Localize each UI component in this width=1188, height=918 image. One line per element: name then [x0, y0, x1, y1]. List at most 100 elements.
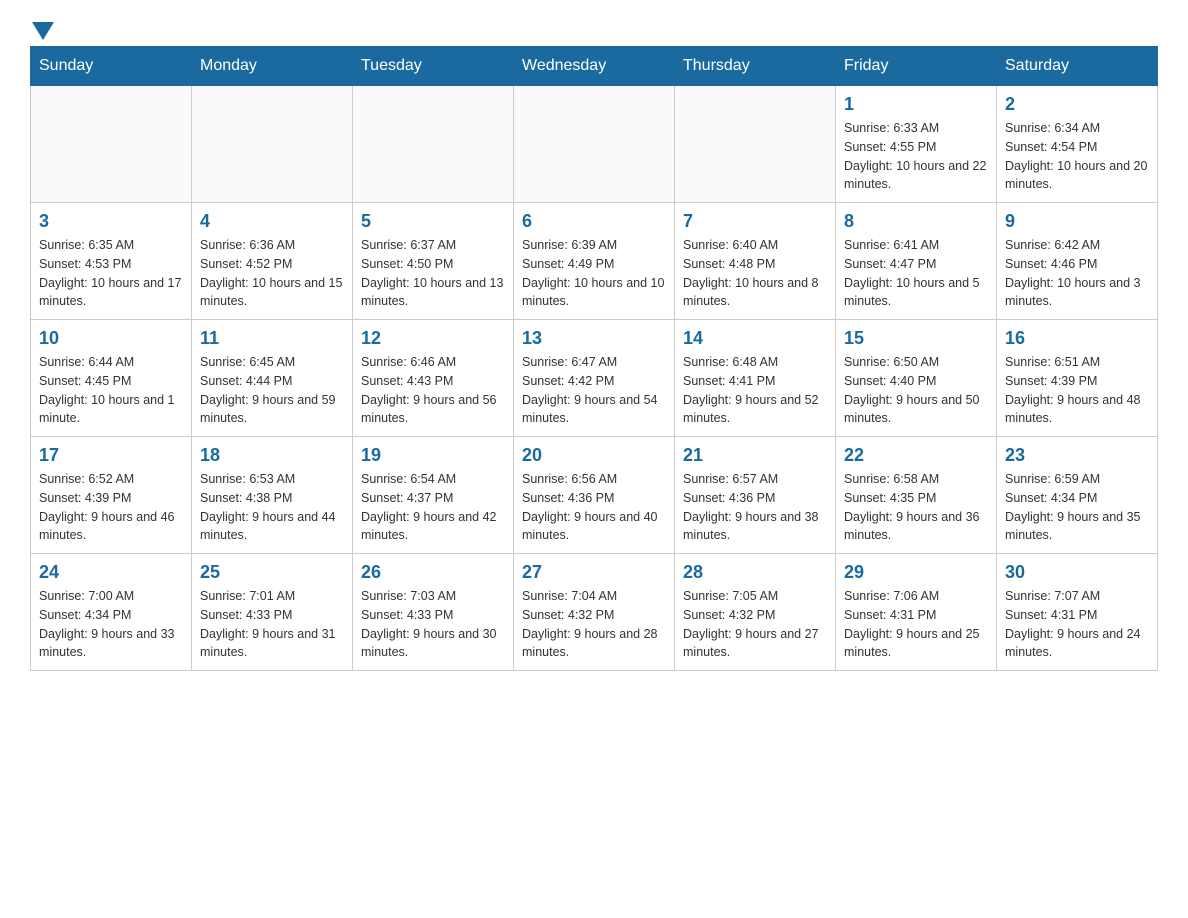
day-number: 25 — [200, 562, 344, 583]
day-of-week-header: Wednesday — [514, 47, 675, 86]
calendar-cell: 10 Sunrise: 6:44 AM Sunset: 4:45 PM Dayli… — [31, 320, 192, 437]
calendar-cell: 5 Sunrise: 6:37 AM Sunset: 4:50 PM Daylig… — [353, 203, 514, 320]
calendar-week-row: 3 Sunrise: 6:35 AM Sunset: 4:53 PM Daylig… — [31, 203, 1158, 320]
day-number: 12 — [361, 328, 505, 349]
day-sun-info: Sunrise: 7:03 AM Sunset: 4:33 PM Dayligh… — [361, 587, 505, 662]
calendar-cell: 13 Sunrise: 6:47 AM Sunset: 4:42 PM Dayli… — [514, 320, 675, 437]
day-number: 1 — [844, 94, 988, 115]
day-number: 30 — [1005, 562, 1149, 583]
day-number: 5 — [361, 211, 505, 232]
day-number: 17 — [39, 445, 183, 466]
calendar-cell: 27 Sunrise: 7:04 AM Sunset: 4:32 PM Dayli… — [514, 554, 675, 671]
calendar-cell: 8Sunrise: 6:41 AM Sunset: 4:47 PM Daylig… — [836, 203, 997, 320]
day-number: 8 — [844, 211, 988, 232]
day-number: 21 — [683, 445, 827, 466]
calendar-cell: 2Sunrise: 6:34 AM Sunset: 4:54 PM Daylig… — [997, 86, 1158, 203]
calendar-week-row: 10 Sunrise: 6:44 AM Sunset: 4:45 PM Dayli… — [31, 320, 1158, 437]
calendar-cell: 25 Sunrise: 7:01 AM Sunset: 4:33 PM Dayli… — [192, 554, 353, 671]
logo — [30, 20, 54, 36]
day-number: 16 — [1005, 328, 1149, 349]
day-sun-info: Sunrise: 7:05 AM Sunset: 4:32 PM Dayligh… — [683, 587, 827, 662]
day-sun-info: Sunrise: 6:46 AM Sunset: 4:43 PM Dayligh… — [361, 353, 505, 428]
calendar-cell: 26 Sunrise: 7:03 AM Sunset: 4:33 PM Dayli… — [353, 554, 514, 671]
day-sun-info: Sunrise: 6:35 AM Sunset: 4:53 PM Dayligh… — [39, 236, 183, 311]
calendar-cell: 6 Sunrise: 6:39 AM Sunset: 4:49 PM Daylig… — [514, 203, 675, 320]
calendar-cell: 24Sunrise: 7:00 AM Sunset: 4:34 PM Dayli… — [31, 554, 192, 671]
calendar-cell — [675, 86, 836, 203]
day-sun-info: Sunrise: 7:07 AM Sunset: 4:31 PM Dayligh… — [1005, 587, 1149, 662]
day-number: 26 — [361, 562, 505, 583]
calendar-cell: 1 Sunrise: 6:33 AM Sunset: 4:55 PM Daylig… — [836, 86, 997, 203]
day-number: 19 — [361, 445, 505, 466]
day-number: 3 — [39, 211, 183, 232]
calendar-cell — [31, 86, 192, 203]
day-sun-info: Sunrise: 6:47 AM Sunset: 4:42 PM Dayligh… — [522, 353, 666, 428]
day-number: 2 — [1005, 94, 1149, 115]
day-sun-info: Sunrise: 6:50 AM Sunset: 4:40 PM Dayligh… — [844, 353, 988, 428]
day-sun-info: Sunrise: 6:39 AM Sunset: 4:49 PM Dayligh… — [522, 236, 666, 311]
day-number: 10 — [39, 328, 183, 349]
calendar-header: SundayMondayTuesdayWednesdayThursdayFrid… — [31, 47, 1158, 86]
logo-arrow-icon — [32, 22, 54, 40]
day-of-week-header: Friday — [836, 47, 997, 86]
day-sun-info: Sunrise: 6:53 AM Sunset: 4:38 PM Dayligh… — [200, 470, 344, 545]
calendar-week-row: 17Sunrise: 6:52 AM Sunset: 4:39 PM Dayli… — [31, 437, 1158, 554]
day-sun-info: Sunrise: 6:48 AM Sunset: 4:41 PM Dayligh… — [683, 353, 827, 428]
calendar-cell: 15 Sunrise: 6:50 AM Sunset: 4:40 PM Dayli… — [836, 320, 997, 437]
day-sun-info: Sunrise: 6:54 AM Sunset: 4:37 PM Dayligh… — [361, 470, 505, 545]
day-number: 11 — [200, 328, 344, 349]
day-number: 27 — [522, 562, 666, 583]
calendar-cell: 9 Sunrise: 6:42 AM Sunset: 4:46 PM Daylig… — [997, 203, 1158, 320]
day-of-week-header: Monday — [192, 47, 353, 86]
calendar-cell: 20 Sunrise: 6:56 AM Sunset: 4:36 PM Dayli… — [514, 437, 675, 554]
calendar-cell: 28 Sunrise: 7:05 AM Sunset: 4:32 PM Dayli… — [675, 554, 836, 671]
calendar-cell: 4 Sunrise: 6:36 AM Sunset: 4:52 PM Daylig… — [192, 203, 353, 320]
day-number: 13 — [522, 328, 666, 349]
day-number: 28 — [683, 562, 827, 583]
day-sun-info: Sunrise: 6:42 AM Sunset: 4:46 PM Dayligh… — [1005, 236, 1149, 311]
day-number: 20 — [522, 445, 666, 466]
day-number: 14 — [683, 328, 827, 349]
calendar-cell — [353, 86, 514, 203]
calendar-table: SundayMondayTuesdayWednesdayThursdayFrid… — [30, 46, 1158, 671]
day-sun-info: Sunrise: 6:59 AM Sunset: 4:34 PM Dayligh… — [1005, 470, 1149, 545]
calendar-week-row: 1 Sunrise: 6:33 AM Sunset: 4:55 PM Daylig… — [31, 86, 1158, 203]
calendar-body: 1 Sunrise: 6:33 AM Sunset: 4:55 PM Daylig… — [31, 86, 1158, 671]
day-sun-info: Sunrise: 6:51 AM Sunset: 4:39 PM Dayligh… — [1005, 353, 1149, 428]
calendar-cell: 23 Sunrise: 6:59 AM Sunset: 4:34 PM Dayli… — [997, 437, 1158, 554]
day-number: 4 — [200, 211, 344, 232]
calendar-cell: 16 Sunrise: 6:51 AM Sunset: 4:39 PM Dayli… — [997, 320, 1158, 437]
calendar-cell: 29 Sunrise: 7:06 AM Sunset: 4:31 PM Dayli… — [836, 554, 997, 671]
day-number: 18 — [200, 445, 344, 466]
day-number: 9 — [1005, 211, 1149, 232]
day-number: 15 — [844, 328, 988, 349]
calendar-cell: 3 Sunrise: 6:35 AM Sunset: 4:53 PM Daylig… — [31, 203, 192, 320]
day-number: 7 — [683, 211, 827, 232]
calendar-cell: 17Sunrise: 6:52 AM Sunset: 4:39 PM Dayli… — [31, 437, 192, 554]
calendar-cell: 14 Sunrise: 6:48 AM Sunset: 4:41 PM Dayli… — [675, 320, 836, 437]
day-sun-info: Sunrise: 7:06 AM Sunset: 4:31 PM Dayligh… — [844, 587, 988, 662]
day-sun-info: Sunrise: 7:04 AM Sunset: 4:32 PM Dayligh… — [522, 587, 666, 662]
day-number: 29 — [844, 562, 988, 583]
day-sun-info: Sunrise: 7:01 AM Sunset: 4:33 PM Dayligh… — [200, 587, 344, 662]
day-number: 24 — [39, 562, 183, 583]
calendar-cell: 19 Sunrise: 6:54 AM Sunset: 4:37 PM Dayli… — [353, 437, 514, 554]
day-of-week-header: Thursday — [675, 47, 836, 86]
calendar-cell: 22Sunrise: 6:58 AM Sunset: 4:35 PM Dayli… — [836, 437, 997, 554]
day-of-week-header: Sunday — [31, 47, 192, 86]
calendar-cell: 11Sunrise: 6:45 AM Sunset: 4:44 PM Dayli… — [192, 320, 353, 437]
calendar-cell: 7 Sunrise: 6:40 AM Sunset: 4:48 PM Daylig… — [675, 203, 836, 320]
day-sun-info: Sunrise: 6:56 AM Sunset: 4:36 PM Dayligh… — [522, 470, 666, 545]
day-sun-info: Sunrise: 6:40 AM Sunset: 4:48 PM Dayligh… — [683, 236, 827, 311]
day-number: 22 — [844, 445, 988, 466]
calendar-cell: 18 Sunrise: 6:53 AM Sunset: 4:38 PM Dayli… — [192, 437, 353, 554]
day-number: 6 — [522, 211, 666, 232]
day-number: 23 — [1005, 445, 1149, 466]
day-sun-info: Sunrise: 6:37 AM Sunset: 4:50 PM Dayligh… — [361, 236, 505, 311]
calendar-cell — [514, 86, 675, 203]
day-sun-info: Sunrise: 6:44 AM Sunset: 4:45 PM Dayligh… — [39, 353, 183, 428]
calendar-cell: 21Sunrise: 6:57 AM Sunset: 4:36 PM Dayli… — [675, 437, 836, 554]
day-sun-info: Sunrise: 6:36 AM Sunset: 4:52 PM Dayligh… — [200, 236, 344, 311]
day-sun-info: Sunrise: 6:33 AM Sunset: 4:55 PM Dayligh… — [844, 119, 988, 194]
day-of-week-header: Tuesday — [353, 47, 514, 86]
